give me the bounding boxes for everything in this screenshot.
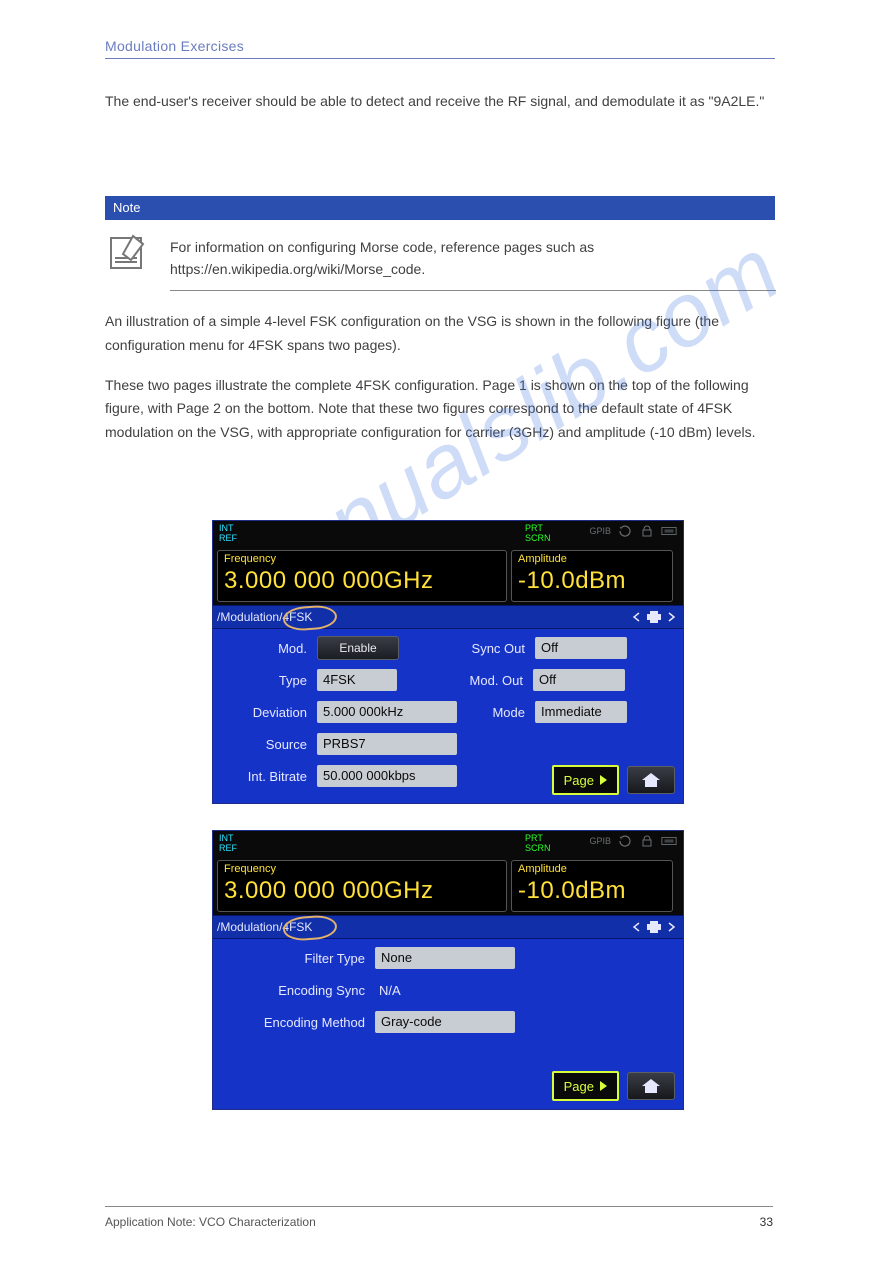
status-right-cluster: GPIB bbox=[589, 835, 677, 847]
source-field[interactable]: PRBS7 bbox=[317, 733, 457, 755]
gpib-label: GPIB bbox=[589, 526, 611, 536]
header-divider bbox=[105, 58, 775, 59]
filter-type-field[interactable]: None bbox=[375, 947, 515, 969]
mod-label: Mod. bbox=[217, 641, 311, 656]
mode-label: Mode bbox=[463, 705, 529, 720]
filter-type-label: Filter Type bbox=[217, 951, 369, 966]
status-bar: INT REF PRT SCRN GPIB bbox=[213, 521, 683, 547]
body-paragraph-1: An illustration of a simple 4-level FSK … bbox=[105, 310, 775, 358]
deviation-label: Deviation bbox=[217, 705, 311, 720]
note-rule bbox=[170, 290, 776, 291]
amplitude-label: Amplitude bbox=[518, 553, 666, 567]
encoding-method-field[interactable]: Gray-code bbox=[375, 1011, 515, 1033]
page-btn-label: Page bbox=[564, 773, 594, 788]
type-field[interactable]: 4FSK bbox=[317, 669, 397, 691]
mod-enable-button[interactable]: Enable bbox=[317, 636, 399, 660]
lock-icon bbox=[639, 525, 655, 537]
triangle-right-icon bbox=[600, 1081, 607, 1091]
home-button[interactable] bbox=[627, 1072, 675, 1100]
frequency-value: 3.000 000 000GHz bbox=[224, 877, 500, 905]
frequency-label: Frequency bbox=[224, 553, 500, 567]
breadcrumb-modulation[interactable]: Modulation bbox=[220, 916, 279, 938]
breadcrumb-right-arrow-icon[interactable] bbox=[665, 611, 677, 623]
breadcrumb-modulation[interactable]: Modulation bbox=[220, 606, 279, 628]
modout-field[interactable]: Off bbox=[533, 669, 625, 691]
print-screen-indicator: PRT SCRN bbox=[525, 833, 551, 853]
page-next-button[interactable]: Page bbox=[552, 765, 619, 795]
home-button[interactable] bbox=[627, 766, 675, 794]
page-next-button[interactable]: Page bbox=[552, 1071, 619, 1101]
readouts-row: Frequency 3.000 000 000GHz Amplitude -10… bbox=[213, 857, 683, 915]
breadcrumb-left-arrow-icon[interactable] bbox=[631, 611, 643, 623]
modout-label: Mod. Out bbox=[403, 673, 527, 688]
encoding-sync-label: Encoding Sync bbox=[217, 983, 369, 998]
encoding-sync-value: N/A bbox=[375, 983, 401, 998]
breadcrumb-printer-icon[interactable] bbox=[645, 611, 663, 623]
status-bar: INT REF PRT SCRN GPIB bbox=[213, 831, 683, 857]
frequency-label: Frequency bbox=[224, 863, 500, 877]
amplitude-value: -10.0dBm bbox=[518, 567, 666, 595]
encoding-method-label: Encoding Method bbox=[217, 1015, 369, 1030]
frequency-value: 3.000 000 000GHz bbox=[224, 567, 500, 595]
instrument-panel-page1: INT REF PRT SCRN GPIB Frequency 3.000 00… bbox=[212, 520, 684, 804]
amplitude-readout[interactable]: Amplitude -10.0dBm bbox=[511, 550, 673, 602]
lock-icon bbox=[639, 835, 655, 847]
instrument-panel-page2: INT REF PRT SCRN GPIB Frequency 3.000 00… bbox=[212, 830, 684, 1110]
footer-rule bbox=[105, 1206, 773, 1207]
note-icon bbox=[105, 228, 153, 276]
int-ref-indicator: INT REF bbox=[219, 833, 237, 853]
breadcrumb-4fsk[interactable]: 4FSK bbox=[282, 916, 312, 938]
amplitude-readout[interactable]: Amplitude -10.0dBm bbox=[511, 860, 673, 912]
breadcrumb-4fsk[interactable]: 4FSK bbox=[282, 606, 312, 628]
panel2-form: Filter Type None Encoding Sync N/A Encod… bbox=[213, 939, 683, 1041]
triangle-right-icon bbox=[600, 775, 607, 785]
breadcrumb-left-arrow-icon[interactable] bbox=[631, 921, 643, 933]
syncout-label: Sync Out bbox=[405, 641, 529, 656]
breadcrumb: / Modulation / 4FSK bbox=[213, 915, 683, 939]
note-heading: Note bbox=[105, 196, 775, 220]
amplitude-value: -10.0dBm bbox=[518, 877, 666, 905]
breadcrumb: / Modulation / 4FSK bbox=[213, 605, 683, 629]
readouts-row: Frequency 3.000 000 000GHz Amplitude -10… bbox=[213, 547, 683, 605]
gpib-label: GPIB bbox=[589, 836, 611, 846]
frequency-readout[interactable]: Frequency 3.000 000 000GHz bbox=[217, 860, 507, 912]
source-label: Source bbox=[217, 737, 311, 752]
refresh-icon bbox=[617, 525, 633, 537]
refresh-icon bbox=[617, 835, 633, 847]
page-btn-label: Page bbox=[564, 1079, 594, 1094]
status-right-cluster: GPIB bbox=[589, 525, 677, 537]
print-screen-indicator: PRT SCRN bbox=[525, 523, 551, 543]
note-text: For information on configuring Morse cod… bbox=[170, 236, 770, 281]
deviation-field[interactable]: 5.000 000kHz bbox=[317, 701, 457, 723]
breadcrumb-printer-icon[interactable] bbox=[645, 921, 663, 933]
syncout-field[interactable]: Off bbox=[535, 637, 627, 659]
body-paragraph-2: These two pages illustrate the complete … bbox=[105, 374, 775, 445]
bitrate-field[interactable]: 50.000 000kbps bbox=[317, 765, 457, 787]
keyboard-icon bbox=[661, 835, 677, 847]
breadcrumb-right-arrow-icon[interactable] bbox=[665, 921, 677, 933]
footer-left-text: Application Note: VCO Characterization bbox=[105, 1215, 316, 1229]
mode-field[interactable]: Immediate bbox=[535, 701, 627, 723]
page-number: 33 bbox=[760, 1215, 773, 1229]
keyboard-icon bbox=[661, 525, 677, 537]
type-label: Type bbox=[217, 673, 311, 688]
bitrate-label: Int. Bitrate bbox=[217, 769, 311, 784]
frequency-readout[interactable]: Frequency 3.000 000 000GHz bbox=[217, 550, 507, 602]
amplitude-label: Amplitude bbox=[518, 863, 666, 877]
page-header-title: Modulation Exercises bbox=[105, 38, 244, 54]
int-ref-indicator: INT REF bbox=[219, 523, 237, 543]
body-paragraphs: An illustration of a simple 4-level FSK … bbox=[105, 310, 775, 445]
intro-paragraph: The end-user's receiver should be able t… bbox=[105, 90, 775, 114]
